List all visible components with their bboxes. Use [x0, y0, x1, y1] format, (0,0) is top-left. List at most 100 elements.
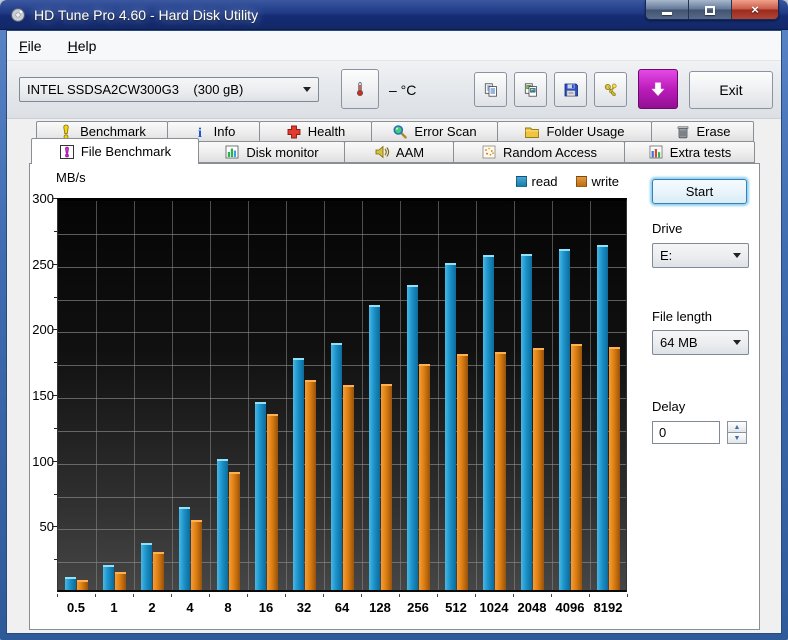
read-bar-4096: [559, 248, 570, 590]
down-arrow-icon: [650, 81, 666, 97]
x-axis-tick: [627, 594, 628, 597]
tab-label: File Benchmark: [80, 144, 172, 159]
tab-row-front: File Benchmark Disk monitor AAM Random Acce…: [31, 138, 755, 164]
tab-folder-usage[interactable]: Folder Usage: [497, 121, 652, 142]
write-bar-256: [419, 364, 430, 590]
v-gridline: [324, 201, 325, 590]
chevron-down-icon: [303, 87, 311, 92]
h-gridline: [58, 233, 626, 235]
start-button[interactable]: Start: [652, 179, 747, 204]
drive-model-select[interactable]: INTEL SSDSA2CW300G3 (300 gB): [19, 77, 319, 102]
y-tick-label: 250: [32, 256, 54, 272]
tab-label: Folder Usage: [546, 124, 625, 139]
tab-label: Erase: [696, 124, 731, 139]
tab-label: Info: [213, 124, 236, 139]
y-axis-tick: [52, 198, 57, 199]
save-icon: [563, 82, 579, 98]
maximize-button[interactable]: [689, 0, 732, 19]
x-tick-label: 4: [186, 600, 194, 615]
v-gridline: [476, 201, 477, 590]
tab-random-access[interactable]: Random Access: [453, 141, 625, 163]
thermometer-icon: [352, 81, 368, 97]
read-bar-32: [293, 357, 304, 590]
x-axis-tick: [171, 594, 172, 597]
x-tick-label: 0.5: [66, 600, 86, 615]
window-title: HD Tune Pro 4.60 - Hard Disk Utility: [34, 7, 259, 23]
options-button[interactable]: [594, 72, 627, 107]
y-axis-tick: [52, 395, 57, 396]
update-button[interactable]: [638, 69, 678, 109]
read-bar-1: [103, 565, 114, 590]
legend-item-write: write: [575, 174, 619, 189]
v-gridline: [552, 201, 553, 590]
copy-text-icon: [483, 82, 499, 98]
temperature-button[interactable]: [341, 69, 379, 109]
menu-item-file[interactable]: File: [19, 38, 42, 54]
x-axis-tick: [95, 594, 96, 597]
x-tick-label: 16: [258, 600, 274, 615]
drive-select[interactable]: E:: [652, 243, 749, 268]
y-axis-tick: [52, 526, 57, 528]
triangle-down-icon: ▼: [733, 434, 741, 442]
copy-text-button[interactable]: [474, 72, 507, 107]
delay-input[interactable]: [652, 421, 720, 444]
h-gridline: [58, 332, 626, 334]
x-tick-label: 1: [110, 600, 118, 615]
minimize-button[interactable]: [646, 0, 689, 19]
write-bar-8192: [609, 347, 620, 590]
write-bar-4096: [571, 344, 582, 590]
tab-error-scan[interactable]: Error Scan: [371, 121, 498, 142]
stepper-down-button[interactable]: ▼: [727, 432, 747, 444]
y-axis-tick: [54, 296, 57, 298]
x-axis-tick: [133, 594, 134, 597]
read-bar-8: [217, 458, 228, 590]
file-length-select[interactable]: 64 MB: [652, 330, 749, 355]
svg-text:i: i: [198, 126, 202, 140]
write-bar-128: [381, 383, 392, 590]
write-bar-2048: [533, 348, 544, 590]
legend-label: write: [591, 174, 619, 189]
delay-stepper: ▲ ▼: [727, 421, 747, 444]
exit-button[interactable]: Exit: [689, 71, 773, 109]
tab-extra-tests[interactable]: Extra tests: [624, 141, 755, 163]
x-tick-label: 64: [334, 600, 350, 615]
close-icon: ×: [751, 2, 759, 17]
x-axis-tick: [513, 594, 514, 597]
tab-health[interactable]: Health: [259, 121, 372, 142]
read-bar-256: [407, 285, 418, 590]
v-gridline: [172, 201, 173, 590]
tab-disk-monitor[interactable]: Disk monitor: [198, 141, 345, 163]
x-axis-tick: [285, 594, 286, 597]
write-bar-4: [191, 520, 202, 590]
x-tick-label: 2048: [517, 600, 547, 615]
legend-item-read: read: [515, 174, 558, 189]
copy-image-button[interactable]: [514, 72, 547, 107]
tab-aam[interactable]: AAM: [344, 141, 454, 163]
legend-label: read: [531, 174, 558, 189]
menu-item-help[interactable]: Help: [68, 38, 97, 54]
y-tick-label: 100: [32, 453, 54, 469]
y-axis-tick: [54, 493, 57, 495]
x-tick-label: 1024: [479, 600, 509, 615]
file-benchmark-page: MB/s read write 0.5 1 2 4 8 16 32 64 128 256 512 102…: [29, 163, 760, 630]
legend-swatch-read: [515, 176, 527, 187]
x-tick-label: 2: [148, 600, 156, 615]
v-gridline: [286, 201, 287, 590]
legend-swatch-write: [575, 176, 587, 187]
read-bar-128: [369, 305, 380, 590]
read-bar-1024: [483, 255, 494, 590]
close-button[interactable]: ×: [732, 0, 778, 19]
hd-tune-app-icon: [10, 7, 26, 23]
write-bar-64: [343, 385, 354, 590]
triangle-up-icon: ▲: [733, 423, 741, 431]
tab-erase[interactable]: Erase: [651, 121, 754, 142]
x-tick-label: 128: [369, 600, 391, 615]
x-axis-tick: [437, 594, 438, 597]
temperature-readout: – °C: [389, 82, 417, 98]
v-gridline: [514, 201, 515, 590]
v-gridline: [400, 201, 401, 590]
tab-label: Health: [307, 124, 346, 139]
tab-file-benchmark[interactable]: File Benchmark: [31, 138, 199, 164]
save-button[interactable]: [554, 72, 587, 107]
chevron-down-icon: [733, 253, 741, 258]
